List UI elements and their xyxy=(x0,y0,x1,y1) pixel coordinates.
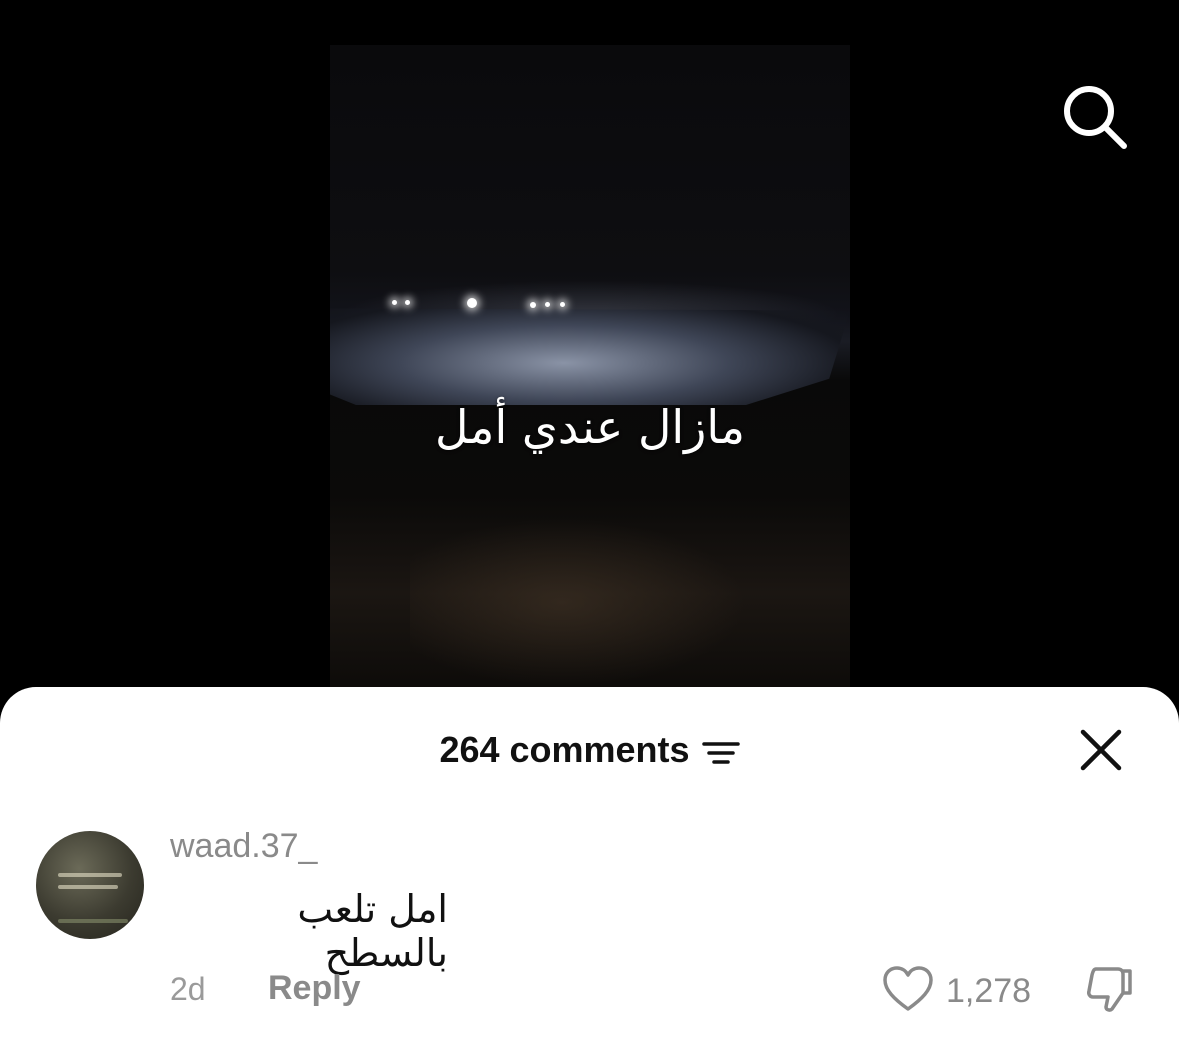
comments-title-row: 264 comments xyxy=(0,729,1179,771)
reply-button[interactable]: Reply xyxy=(268,969,361,1008)
comments-header: 264 comments xyxy=(0,687,1179,807)
search-icon[interactable] xyxy=(1058,80,1130,152)
like-button[interactable]: 1,278 xyxy=(882,965,1031,1018)
headlight xyxy=(392,300,397,305)
comment-item: waad.37_ امل تلعب بالسطح 2d Reply 1,278 xyxy=(0,817,1179,1057)
video-area[interactable]: مازال عندي أمل xyxy=(0,0,1179,700)
thumbs-down-icon[interactable] xyxy=(1082,963,1134,1015)
avatar-decoration xyxy=(58,919,128,923)
heart-outline-icon xyxy=(882,965,934,1018)
comment-meta-row: 2d Reply 1,278 xyxy=(0,965,1179,1018)
comment-username[interactable]: waad.37_ xyxy=(170,827,317,866)
video-caption-overlay: مازال عندي أمل xyxy=(434,400,746,454)
avatar[interactable] xyxy=(36,831,144,939)
comments-count-label: 264 comments xyxy=(439,729,690,770)
headlight xyxy=(545,302,550,307)
comment-text: امل تلعب بالسطح xyxy=(297,887,448,975)
video-player[interactable]: مازال عندي أمل xyxy=(330,45,850,690)
close-icon[interactable] xyxy=(1078,727,1124,773)
headlight xyxy=(560,302,565,307)
headlight xyxy=(530,302,536,308)
headlight xyxy=(405,300,410,305)
road-view xyxy=(330,308,850,405)
comments-sheet: 264 comments waad.37_ امل تلعب بالسطح 2d… xyxy=(0,687,1179,1057)
sort-comments-button[interactable]: 264 comments xyxy=(439,729,740,771)
filter-lines-icon xyxy=(701,735,740,765)
dashboard xyxy=(410,515,790,690)
like-count: 1,278 xyxy=(946,972,1032,1010)
avatar-decoration xyxy=(58,873,122,877)
headlight xyxy=(467,298,477,308)
avatar-decoration xyxy=(58,885,118,889)
comment-timestamp: 2d xyxy=(170,971,206,1007)
